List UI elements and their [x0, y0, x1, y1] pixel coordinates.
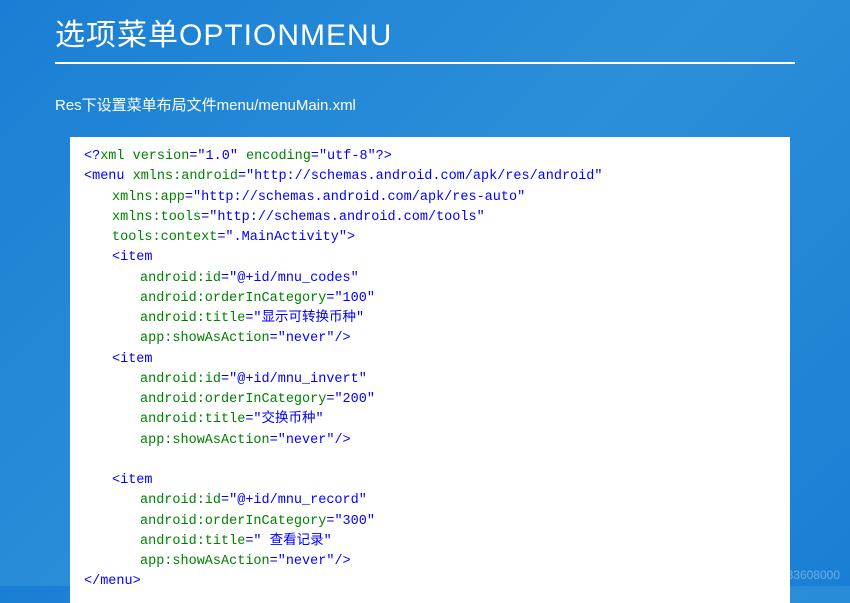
slide-header: 选项菜单OPTIONMENU [0, 0, 850, 64]
watermark-text: https://blog.csdn.net/qq_33608000 [656, 568, 840, 582]
code-block: <?xml version="1.0" encoding="utf-8"?> <… [70, 137, 790, 603]
slide-title: 选项菜单OPTIONMENU [55, 10, 795, 54]
code-content: <?xml version="1.0" encoding="utf-8"?> <… [84, 147, 776, 593]
title-underline [55, 62, 795, 64]
slide-subtitle: Res下设置菜单布局文件menu/menuMain.xml [55, 94, 850, 115]
